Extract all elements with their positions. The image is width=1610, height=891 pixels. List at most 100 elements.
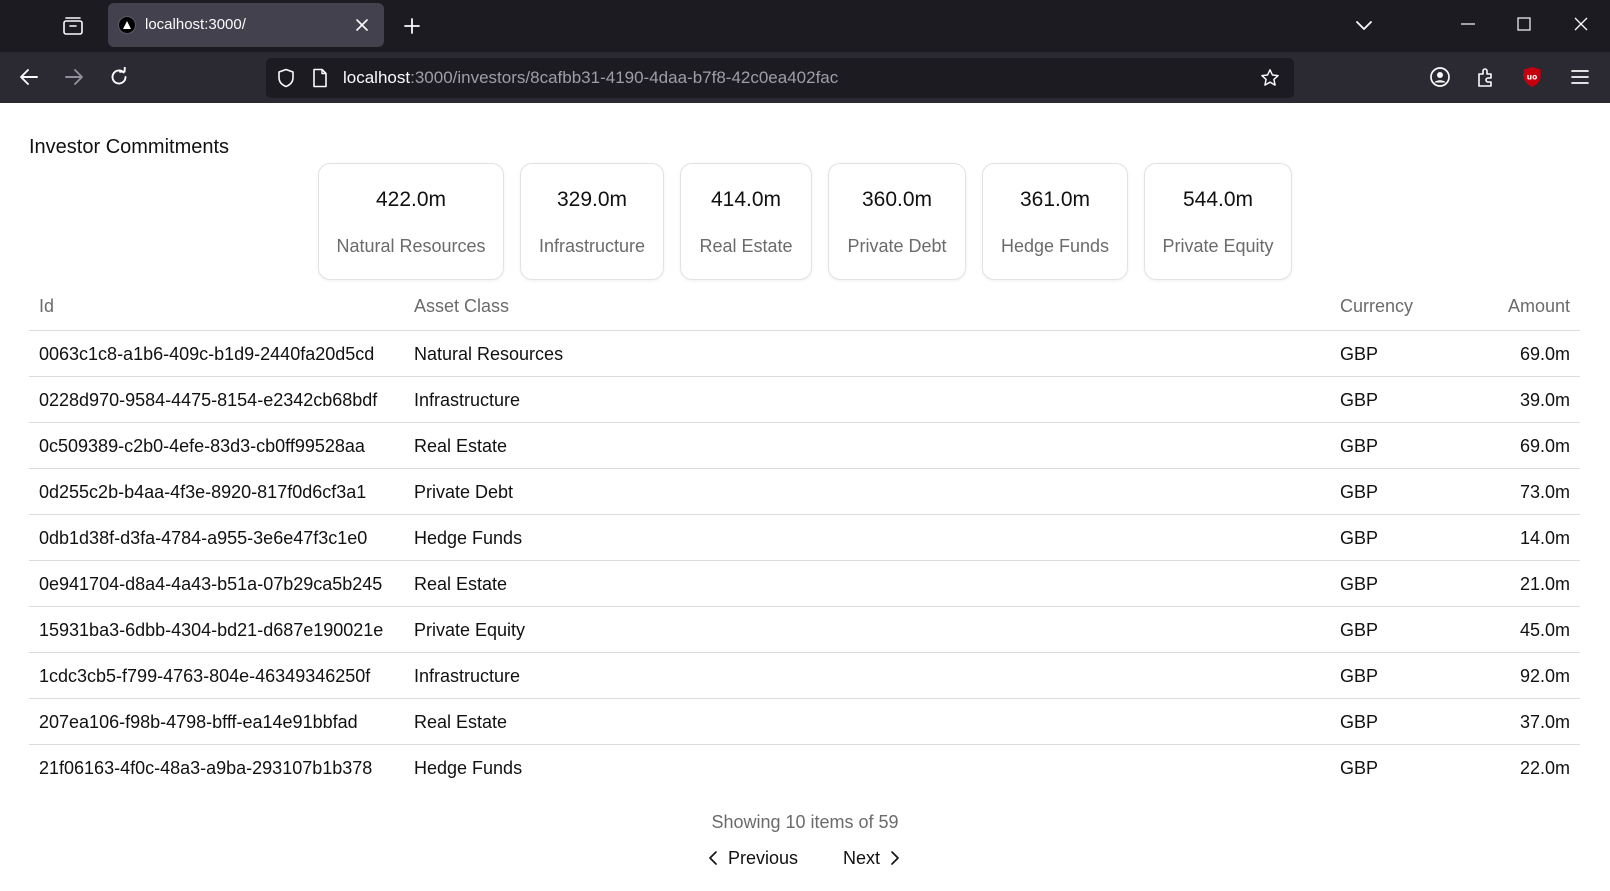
cell-asset-class: Hedge Funds <box>414 528 523 548</box>
cell-amount: 14.0m <box>1519 528 1570 548</box>
url-host: localhost <box>343 68 411 87</box>
cell-asset-class: Real Estate <box>414 436 508 456</box>
cell-id: 0228d970-9584-4475-8154-e2342cb68bdf <box>39 390 378 410</box>
url-bar[interactable]: localhost:3000/investors/8cafbb31-4190-4… <box>266 58 1294 98</box>
summary-card-private-debt: 360.0m Private Debt <box>828 163 966 280</box>
url-path: :3000/investors/8cafbb31-4190-4daa-b7f8-… <box>410 68 839 87</box>
summary-card-value: 414.0m <box>710 188 782 211</box>
shield-icon[interactable] <box>276 68 296 88</box>
summary-card-label: Real Estate <box>699 236 793 256</box>
cell-id: 21f06163-4f0c-48a3-a9ba-293107b1b378 <box>39 758 373 778</box>
table-row[interactable]: 1cdc3cb5-f799-4763-804e-46349346250f Inf… <box>29 653 1580 699</box>
cell-currency: GBP <box>1340 344 1379 364</box>
account-icon[interactable] <box>1425 62 1455 92</box>
summary-card-real-estate: 414.0m Real Estate <box>680 163 812 280</box>
cell-currency: GBP <box>1340 666 1379 686</box>
summary-card-value: 329.0m <box>556 188 628 211</box>
chevron-right-icon <box>891 851 899 865</box>
chevron-down-icon[interactable] <box>1348 10 1380 42</box>
cell-amount: 37.0m <box>1519 712 1570 732</box>
pagination-status: Showing 10 items of 59 <box>711 812 899 832</box>
cell-asset-class: Real Estate <box>414 574 508 594</box>
summary-card-value: 361.0m <box>1019 188 1091 211</box>
browser-tab-bar: localhost:3000/ <box>0 0 1610 52</box>
table-header: Id Asset Class Currency Amount <box>29 284 1580 331</box>
commitments-table: Id Asset Class Currency Amount 0063c1c8-… <box>29 284 1580 791</box>
maximize-icon[interactable] <box>1502 4 1546 44</box>
cell-amount: 21.0m <box>1519 574 1570 594</box>
table-row[interactable]: 0c509389-c2b0-4efe-83d3-cb0ff99528aa Rea… <box>29 423 1580 469</box>
summary-card-label: Private Equity <box>1162 236 1274 256</box>
cell-currency: GBP <box>1340 620 1379 640</box>
table-row[interactable]: 0063c1c8-a1b6-409c-b1d9-2440fa20d5cd Nat… <box>29 331 1580 377</box>
summary-card-infrastructure: 329.0m Infrastructure <box>520 163 664 280</box>
cell-amount: 73.0m <box>1519 482 1570 502</box>
summary-card-label: Private Debt <box>847 236 947 256</box>
column-header-amount[interactable]: Amount <box>1508 296 1570 317</box>
star-icon[interactable] <box>1260 68 1280 88</box>
triangle-favicon-icon <box>118 16 136 34</box>
summary-card-natural-resources: 422.0m Natural Resources <box>318 163 504 280</box>
previous-button[interactable]: Previous <box>709 845 798 871</box>
cell-currency: GBP <box>1340 712 1379 732</box>
browser-tab[interactable]: localhost:3000/ <box>108 3 384 47</box>
cell-asset-class: Infrastructure <box>414 390 521 410</box>
cell-currency: GBP <box>1340 436 1379 456</box>
summary-card-value: 422.0m <box>375 188 447 211</box>
back-arrow-icon[interactable] <box>13 61 45 93</box>
cell-id: 15931ba3-6dbb-4304-bd21-d687e190021e <box>39 620 384 640</box>
summary-card-label: Hedge Funds <box>1000 236 1110 256</box>
cell-asset-class: Natural Resources <box>414 344 564 364</box>
page-icon[interactable] <box>310 68 330 88</box>
table-row[interactable]: 0db1d38f-d3fa-4784-a955-3e6e47f3c1e0 Hed… <box>29 515 1580 561</box>
cell-amount: 69.0m <box>1519 344 1570 364</box>
tab-list-icon[interactable] <box>55 10 91 42</box>
column-header-asset-class[interactable]: Asset Class <box>414 296 509 317</box>
puzzle-icon[interactable] <box>1471 62 1501 92</box>
minimize-icon[interactable] <box>1446 4 1490 44</box>
table-row[interactable]: 0e941704-d8a4-4a43-b51a-07b29ca5b245 Rea… <box>29 561 1580 607</box>
next-label: Next <box>843 847 881 868</box>
cell-asset-class: Private Equity <box>414 620 526 640</box>
svg-text:uo: uo <box>1527 73 1538 82</box>
table-row[interactable]: 207ea106-f98b-4798-bfff-ea14e91bbfad Rea… <box>29 699 1580 745</box>
ublock-icon[interactable]: uo <box>1517 62 1547 92</box>
cell-id: 0db1d38f-d3fa-4784-a955-3e6e47f3c1e0 <box>39 528 368 548</box>
summary-card-label: Infrastructure <box>538 236 646 256</box>
cell-id: 0d255c2b-b4aa-4f3e-8920-817f0d6cf3a1 <box>39 482 367 502</box>
url-text[interactable]: localhost:3000/investors/8cafbb31-4190-4… <box>343 68 838 88</box>
table-row[interactable]: 0228d970-9584-4475-8154-e2342cb68bdf Inf… <box>29 377 1580 423</box>
window-close-icon[interactable] <box>1559 4 1603 44</box>
reload-icon[interactable] <box>103 61 135 93</box>
cell-id: 0063c1c8-a1b6-409c-b1d9-2440fa20d5cd <box>39 344 375 364</box>
close-icon[interactable] <box>352 15 372 35</box>
table-row[interactable]: 0d255c2b-b4aa-4f3e-8920-817f0d6cf3a1 Pri… <box>29 469 1580 515</box>
cell-amount: 69.0m <box>1519 436 1570 456</box>
tab-title: localhost:3000/ <box>145 16 246 33</box>
page-title: Investor Commitments <box>29 136 230 158</box>
cell-asset-class: Real Estate <box>414 712 508 732</box>
cell-id: 207ea106-f98b-4798-bfff-ea14e91bbfad <box>39 712 358 732</box>
previous-label: Previous <box>728 847 799 868</box>
table-row[interactable]: 15931ba3-6dbb-4304-bd21-d687e190021e Pri… <box>29 607 1580 653</box>
summary-card-label: Natural Resources <box>336 236 486 256</box>
cell-asset-class: Hedge Funds <box>414 758 523 778</box>
next-button[interactable]: Next <box>843 845 899 871</box>
browser-nav-bar: localhost:3000/investors/8cafbb31-4190-4… <box>0 52 1610 103</box>
hamburger-menu-icon[interactable] <box>1565 62 1595 92</box>
cell-asset-class: Private Debt <box>414 482 514 502</box>
table-row[interactable]: 21f06163-4f0c-48a3-a9ba-293107b1b378 Hed… <box>29 745 1580 791</box>
cell-currency: GBP <box>1340 574 1379 594</box>
column-header-id[interactable]: Id <box>39 296 54 317</box>
cell-currency: GBP <box>1340 758 1379 778</box>
column-header-currency[interactable]: Currency <box>1340 296 1413 317</box>
cell-currency: GBP <box>1340 390 1379 410</box>
forward-arrow-icon[interactable] <box>58 61 90 93</box>
chevron-left-icon <box>709 851 717 865</box>
summary-card-private-equity: 544.0m Private Equity <box>1144 163 1292 280</box>
cell-amount: 92.0m <box>1519 666 1570 686</box>
summary-card-hedge-funds: 361.0m Hedge Funds <box>982 163 1128 280</box>
plus-icon[interactable] <box>396 10 428 42</box>
summary-card-value: 544.0m <box>1182 188 1254 211</box>
cell-id: 0c509389-c2b0-4efe-83d3-cb0ff99528aa <box>39 436 365 456</box>
